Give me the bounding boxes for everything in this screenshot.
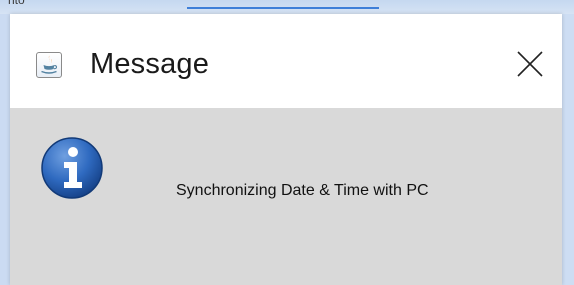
dialog-title: Message (90, 48, 210, 80)
close-icon (517, 51, 543, 77)
info-icon (41, 137, 103, 199)
dialog-titlebar[interactable]: Message (10, 14, 562, 108)
desktop-background-left (0, 14, 10, 285)
message-dialog: Message Synchronizing Date & Time with P… (10, 14, 562, 285)
java-icon (36, 52, 62, 78)
dialog-message: Synchronizing Date & Time with PC (176, 182, 429, 199)
desktop-background-strip: nto (0, 0, 574, 14)
desktop-background-right (562, 14, 574, 285)
background-link-underline (187, 7, 379, 9)
close-button[interactable] (508, 42, 552, 86)
dialog-content: Synchronizing Date & Time with PC (10, 108, 562, 285)
background-text: nto (8, 0, 25, 7)
